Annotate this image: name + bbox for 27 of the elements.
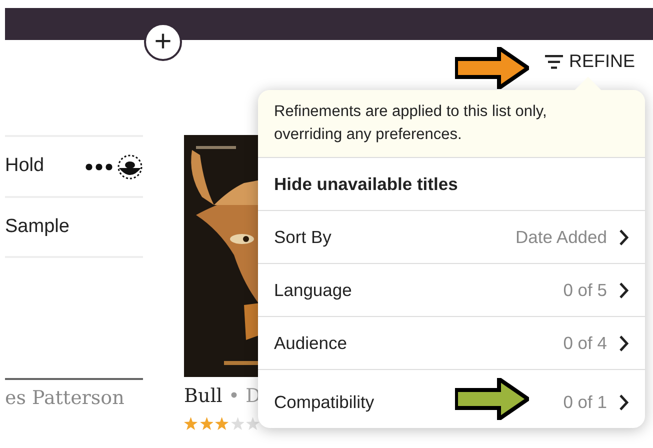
menu-row[interactable]: Hide unavailable titles xyxy=(258,158,645,211)
row-value: 0 of 5 xyxy=(563,278,607,302)
info-text: Refinements are applied to this list only, overriding any preferences. xyxy=(274,102,548,145)
chevron-right-icon xyxy=(619,228,629,246)
add-button[interactable]: + xyxy=(144,23,182,61)
row-value: 0 of 4 xyxy=(563,332,607,355)
chevron-right-icon xyxy=(619,394,629,410)
row-value: 0 of 1 xyxy=(563,390,607,414)
hold-icon[interactable] xyxy=(117,154,143,180)
toggle-label: Hide unavailable titles xyxy=(274,172,458,196)
more-icon[interactable] xyxy=(85,162,113,170)
action-link[interactable]: Sample xyxy=(5,212,70,242)
chevron-right-icon xyxy=(619,334,629,352)
row-label: Compatibility xyxy=(274,390,374,414)
menu-row[interactable]: Language 0 of 5 xyxy=(258,264,645,317)
menu-row[interactable]: Compatibility 0 of 1 xyxy=(258,370,645,434)
row-label: Language xyxy=(274,278,352,302)
author-name: es Patterson xyxy=(5,378,143,412)
row-label: Sort By xyxy=(274,226,332,249)
filter-icon xyxy=(544,54,563,68)
row-label: Audience xyxy=(274,332,347,355)
refine-button[interactable]: REFINE xyxy=(544,48,635,75)
row-value: Date Added xyxy=(516,226,607,249)
chevron-right-icon xyxy=(619,282,629,298)
menu-row[interactable]: Audience 0 of 4 xyxy=(258,317,645,370)
menu-row[interactable]: Sort By Date Added xyxy=(258,211,645,264)
action-link[interactable]: Hold xyxy=(5,152,44,181)
